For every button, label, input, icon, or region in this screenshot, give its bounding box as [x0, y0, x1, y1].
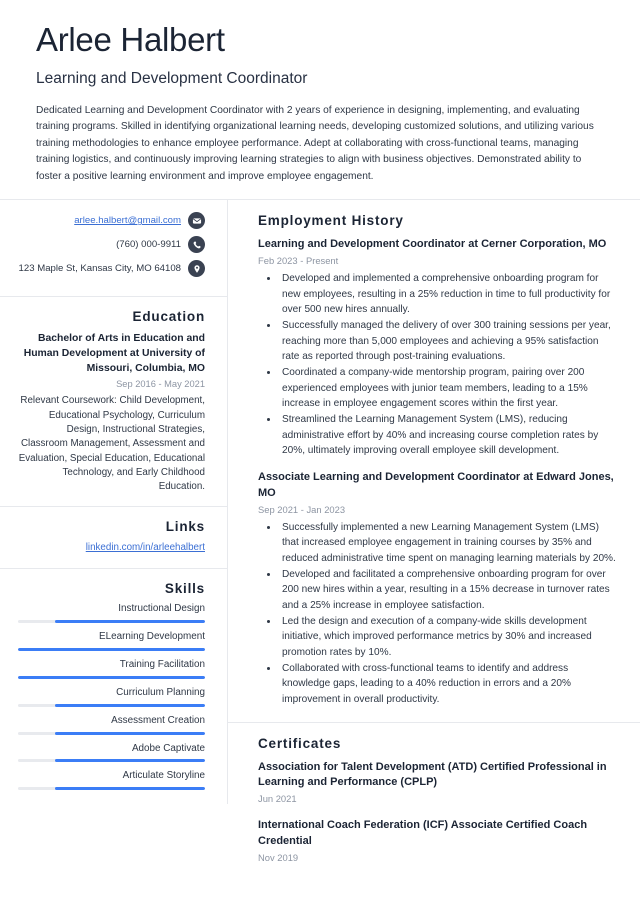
skill-track [18, 787, 205, 791]
skills-heading: Skills [164, 581, 205, 597]
phone-text: (760) 000-9911 [116, 239, 181, 251]
skill-item: Articulate Storyline [18, 770, 205, 791]
employment-title: Associate Learning and Development Coord… [258, 471, 614, 499]
resume-body: arlee.halbert@gmail.com (760) 000-9911 1… [0, 200, 640, 878]
certificate-title: International Coach Federation (ICF) Ass… [258, 819, 588, 847]
education-date: Sep 2016 - May 2021 [116, 379, 205, 390]
bullet-item: Developed and facilitated a comprehensiv… [279, 567, 618, 613]
contact-row-phone[interactable]: (760) 000-9911 [18, 236, 205, 254]
certificates-heading: Certificates [258, 735, 342, 751]
certificate-entry: Association for Talent Development (ATD)… [258, 760, 618, 806]
employment-heading: Employment History [258, 213, 404, 229]
skill-track [18, 675, 205, 679]
employment-bullets: Successfully implemented a new Learning … [258, 520, 618, 707]
email-link[interactable]: arlee.halbert@gmail.com [74, 215, 181, 226]
bullet-item: Successfully managed the delivery of ove… [279, 318, 618, 364]
employment-section: Employment History Learning and Developm… [228, 200, 640, 722]
map-pin-icon [188, 260, 205, 278]
skill-fill [55, 731, 205, 735]
linkedin-link[interactable]: linkedin.com/in/arleehalbert [86, 542, 205, 553]
skill-label: Instructional Design [118, 603, 205, 615]
address-text: 123 Maple St, Kansas City, MO 64108 [18, 263, 181, 275]
links-section: Links linkedin.com/in/arleehalbert [0, 506, 227, 568]
skill-item: Training Facilitation [18, 659, 205, 679]
certificates-section: Certificates Association for Talent Deve… [228, 721, 640, 878]
skill-item: Instructional Design [18, 603, 205, 624]
bullet-item: Streamlined the Learning Management Syst… [279, 412, 618, 458]
certificate-entry: International Coach Federation (ICF) Ass… [258, 818, 618, 864]
skill-label: Assessment Creation [111, 714, 205, 726]
skill-fill [18, 675, 205, 679]
employment-bullets: Developed and implemented a comprehensiv… [258, 271, 618, 458]
sidebar: arlee.halbert@gmail.com (760) 000-9911 1… [0, 200, 228, 805]
skill-item: Curriculum Planning [18, 687, 205, 707]
bullet-item: Coordinated a company-wide mentorship pr… [279, 365, 618, 411]
contact-section: arlee.halbert@gmail.com (760) 000-9911 1… [0, 200, 227, 296]
certificate-date: Jun 2021 [258, 793, 297, 805]
resume-page: Arlee Halbert Learning and Development C… [0, 0, 640, 905]
bullet-item: Led the design and execution of a compan… [279, 614, 618, 660]
skill-label: Training Facilitation [119, 658, 205, 670]
skill-item: Adobe Captivate [18, 743, 205, 763]
page-title: Arlee Halbert [36, 21, 225, 58]
resume-header: Arlee Halbert Learning and Development C… [0, 0, 640, 199]
skill-track [18, 647, 205, 651]
email-text: arlee.halbert@gmail.com [74, 212, 181, 228]
skill-track [18, 731, 205, 735]
skill-item: ELearning Development [18, 631, 205, 651]
link-item[interactable]: linkedin.com/in/arleehalbert [18, 541, 205, 556]
contact-row-email[interactable]: arlee.halbert@gmail.com [18, 212, 205, 230]
certificate-date: Nov 2019 [258, 851, 299, 863]
skills-section: Skills Instructional Design ELearning De… [0, 568, 227, 804]
certificate-title: Association for Talent Development (ATD)… [258, 760, 607, 788]
skill-label: ELearning Development [99, 631, 205, 643]
main-column: Employment History Learning and Developm… [228, 200, 640, 878]
employment-entry: Associate Learning and Development Coord… [258, 470, 618, 706]
skill-fill [55, 759, 205, 763]
education-section: Education Bachelor of Arts in Education … [0, 296, 227, 506]
links-heading: Links [165, 519, 205, 535]
skill-track [18, 759, 205, 763]
education-description: Relevant Coursework: Child Development, … [18, 395, 205, 493]
professional-summary: Dedicated Learning and Development Coord… [36, 104, 594, 182]
envelope-icon [188, 212, 205, 230]
skill-label: Articulate Storyline [122, 770, 205, 782]
education-heading: Education [132, 309, 205, 325]
employment-date: Sep 2021 - Jan 2023 [258, 503, 346, 515]
skill-track [18, 703, 205, 707]
bullet-item: Collaborated with cross-functional teams… [279, 661, 618, 707]
skill-item: Assessment Creation [18, 715, 205, 735]
bullet-item: Developed and implemented a comprehensiv… [279, 271, 618, 317]
employment-date: Feb 2023 - Present [258, 255, 339, 267]
skill-fill [55, 787, 205, 791]
bullet-item: Successfully implemented a new Learning … [279, 520, 618, 566]
employment-title: Learning and Development Coordinator at … [258, 238, 607, 251]
skill-track [18, 620, 205, 624]
skill-fill [55, 703, 205, 707]
education-degree: Bachelor of Arts in Education and Human … [23, 333, 205, 375]
skill-fill [55, 620, 205, 624]
skill-fill [18, 647, 205, 651]
skill-label: Curriculum Planning [116, 686, 205, 698]
phone-icon [188, 236, 205, 254]
job-title: Learning and Development Coordinator [36, 69, 308, 87]
skill-label: Adobe Captivate [131, 742, 205, 754]
employment-entry: Learning and Development Coordinator at … [258, 237, 618, 458]
contact-row-address[interactable]: 123 Maple St, Kansas City, MO 64108 [18, 260, 205, 278]
